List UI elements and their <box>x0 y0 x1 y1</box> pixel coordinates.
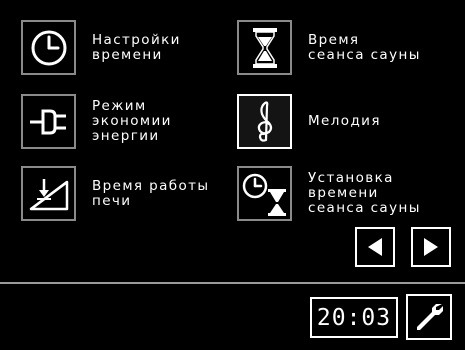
wrench-icon <box>417 304 443 330</box>
time-settings-label: Настройки времени <box>92 31 181 63</box>
hourglass-icon <box>252 27 277 68</box>
settings-button[interactable] <box>406 294 452 340</box>
status-bar-divider <box>0 282 465 284</box>
session-time-label: Время сеанса сауны <box>308 31 421 63</box>
menu-item-energy-saving[interactable]: Режим экономии энергии <box>21 94 172 149</box>
session-time-setup-button[interactable] <box>237 166 292 221</box>
right-arrow-icon <box>424 238 438 256</box>
clock-time: 20:03 <box>316 304 392 331</box>
energy-saving-button[interactable] <box>21 94 76 149</box>
menu-item-session-time[interactable]: Время сеанса сауны <box>237 20 421 75</box>
plug-icon <box>29 109 66 134</box>
left-arrow-icon <box>368 238 382 256</box>
session-time-button[interactable] <box>237 20 292 75</box>
previous-page-button[interactable] <box>355 227 395 267</box>
next-page-button[interactable] <box>411 227 451 267</box>
clock-hourglass-icon <box>242 173 286 216</box>
ramp-arrow-icon <box>29 178 68 210</box>
melody-label: Мелодия <box>308 113 381 129</box>
session-time-setup-label: Установка времени сеанса сауны <box>308 170 421 216</box>
melody-button[interactable] <box>237 94 292 149</box>
heater-runtime-label: Время работы печи <box>92 177 210 209</box>
energy-saving-label: Режим экономии энергии <box>92 98 172 144</box>
menu-item-session-time-setup[interactable]: Установка времени сеанса сауны <box>237 166 421 221</box>
clock-display[interactable]: 20:03 <box>310 297 398 338</box>
heater-runtime-button[interactable] <box>21 166 76 221</box>
time-settings-button[interactable] <box>21 20 76 75</box>
clock-icon <box>31 30 66 65</box>
treble-clef-icon <box>257 100 272 142</box>
menu-item-melody[interactable]: Мелодия <box>237 94 381 149</box>
menu-item-time-settings[interactable]: Настройки времени <box>21 20 181 75</box>
menu-item-heater-runtime[interactable]: Время работы печи <box>21 166 209 221</box>
